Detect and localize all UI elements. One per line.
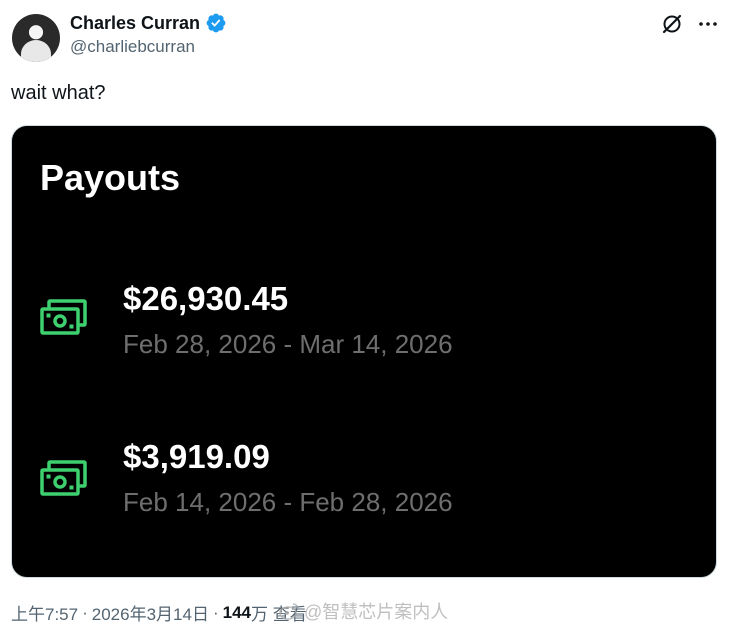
tweet-date[interactable]: 2026年3月14日 [92,600,209,625]
author-handle[interactable]: @charliebcurran [70,37,195,57]
payouts-title: Payouts [40,157,181,198]
payout-amount: $26,930.45 [123,280,289,317]
meta-separator: · [212,602,219,622]
watermark-text: @智慧芯片案内人 [304,602,449,622]
weibo-watermark-icon [279,603,299,620]
grok-icon[interactable] [660,12,684,36]
payout-amount: $3,919.09 [123,438,270,475]
tweet-time[interactable]: 上午7:57 [11,600,78,625]
payout-row: $26,930.45 Feb 28, 2026 - Mar 14, 2026 [12,276,716,376]
cash-icon [40,460,87,496]
payout-row: $3,919.09 Feb 14, 2026 - Feb 28, 2026 [12,434,716,534]
tweet-text: wait what? [11,82,106,104]
views-count[interactable]: 144 [223,603,251,623]
cash-icon [40,299,87,335]
payout-date-range: Feb 14, 2026 - Feb 28, 2026 [123,487,453,517]
avatar[interactable] [12,14,60,62]
author-name-row[interactable]: Charles Curran [70,12,227,34]
tweet-meta: 上午7:57 · 2026年3月14日 · 144 万 查看 [11,600,307,625]
tweet: Charles Curran @charliebcurran wait what… [0,0,732,630]
tweet-media-image[interactable]: Payouts $26,930.45 Feb 28, 2026 - Mar 14… [11,125,717,578]
author-name[interactable]: Charles Curran [70,13,200,34]
more-options-icon[interactable] [696,12,720,36]
verified-badge-icon [206,13,226,33]
payout-date-range: Feb 28, 2026 - Mar 14, 2026 [123,329,453,359]
meta-separator: · [82,602,88,622]
watermark: @智慧芯片案内人 [278,598,448,624]
